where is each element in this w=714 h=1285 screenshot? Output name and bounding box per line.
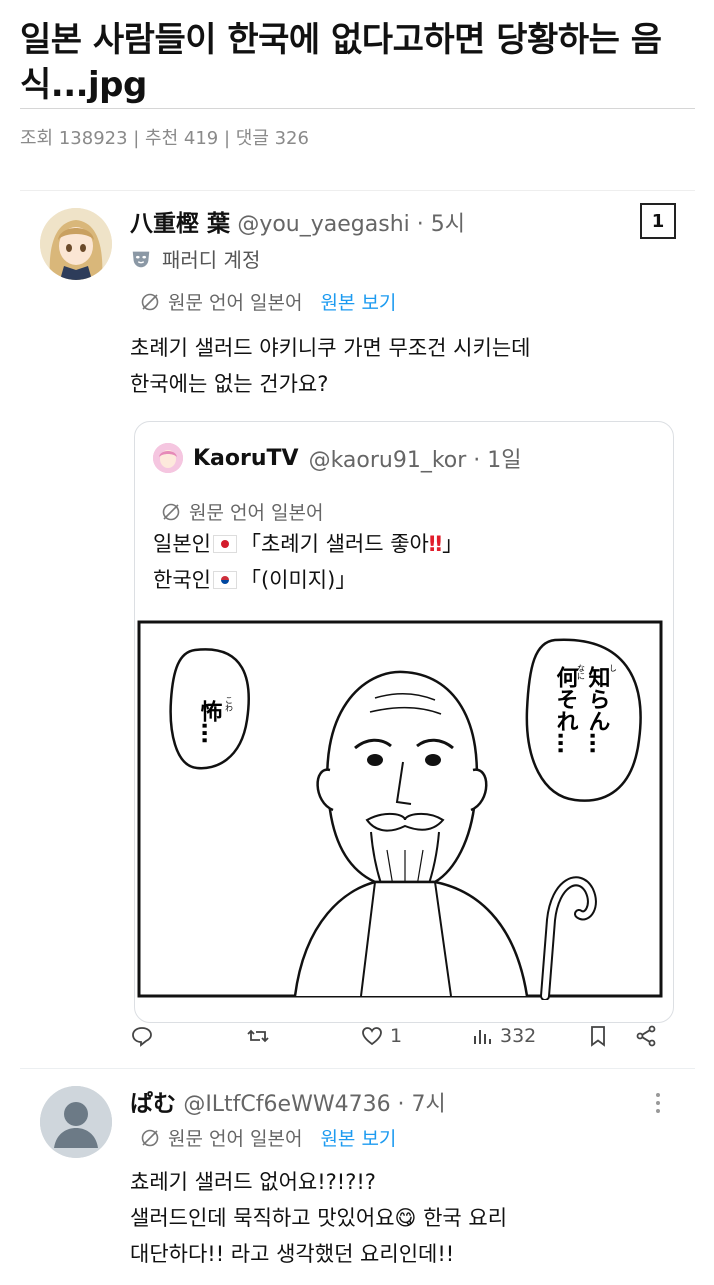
author-name[interactable]: ぱむ bbox=[130, 1091, 176, 1117]
divider bbox=[20, 1068, 695, 1069]
quote-avatar[interactable] bbox=[153, 443, 183, 473]
tweet-text-line: 한국에는 없는 건가요? bbox=[130, 372, 329, 396]
author-handle[interactable]: @ILtfCf6eWW4736 · 7시 bbox=[183, 1092, 445, 1117]
number-badge: 1 bbox=[640, 203, 676, 239]
japan-flag-icon bbox=[212, 535, 237, 553]
korea-flag-icon bbox=[212, 571, 237, 589]
post-title: 일본 사람들이 한국에 없다고하면 당황하는 음식...jpg bbox=[20, 20, 662, 105]
author-name[interactable]: 八重樫 葉 bbox=[130, 211, 230, 237]
parody-text: 패러디 계정 bbox=[162, 248, 261, 272]
translate-icon bbox=[141, 1129, 159, 1146]
heart-icon bbox=[362, 1027, 382, 1046]
avatar[interactable] bbox=[40, 1086, 112, 1158]
source-language: 원문 언어 일본어 bbox=[168, 292, 303, 314]
quoted-tweet-card[interactable]: KaoruTV @kaoru91_kor · 1일 원문 언어 일본어 일본인 「… bbox=[134, 421, 674, 1023]
divider bbox=[20, 108, 695, 109]
like-count: 1 bbox=[390, 1025, 403, 1047]
mask-icon bbox=[132, 251, 150, 267]
retweet-icon bbox=[247, 1029, 269, 1043]
view-original-link[interactable]: 원본 보기 bbox=[320, 1124, 396, 1151]
tweet-action-bar: 1 332 bbox=[130, 1020, 670, 1056]
quote-author-handle[interactable]: @kaoru91_kor · 1일 bbox=[309, 442, 522, 474]
manga-ruby-right-1: し bbox=[609, 664, 618, 672]
tweet-text-line: 샐러드인데 묵직하고 맛있어요😋 한국 요리 bbox=[130, 1206, 508, 1230]
quote-author-name[interactable]: KaoruTV bbox=[193, 446, 299, 471]
post-meta: 조회 138923 | 추천 419 | 댓글 326 bbox=[20, 128, 309, 149]
view-original-link[interactable]: 원본 보기 bbox=[320, 288, 396, 315]
label-japanese: 일본인 bbox=[153, 532, 211, 556]
tweet-text-line: 초례기 샐러드 야키니쿠 가면 무조건 시키는데 bbox=[130, 336, 531, 360]
quote-avatar-image bbox=[153, 443, 183, 473]
parody-label: 패러디 계정 bbox=[130, 244, 260, 273]
tweet-header: 八重樫 葉 @you_yaegashi · 5시 bbox=[130, 204, 465, 238]
manga-text-right-2: 何それ… bbox=[553, 665, 579, 754]
translate-icon bbox=[162, 503, 180, 520]
view-count: 332 bbox=[500, 1025, 537, 1047]
retweet-button[interactable] bbox=[246, 1024, 270, 1048]
manga-text-left: 怖… bbox=[197, 699, 223, 744]
share-button[interactable] bbox=[634, 1024, 658, 1048]
avatar-anime-girl-image bbox=[40, 208, 112, 280]
reply-button[interactable] bbox=[130, 1024, 154, 1048]
quote-line-korean: 한국인 「(이미지)」 bbox=[153, 562, 463, 598]
tweet-text: 쵸레기 샐러드 없어요!?!?!? 샐러드인데 묵직하고 맛있어요😋 한국 요리… bbox=[130, 1164, 507, 1272]
divider bbox=[20, 190, 695, 191]
views-icon bbox=[474, 1030, 491, 1044]
source-language: 원문 언어 일본어 bbox=[168, 1128, 303, 1150]
quote-line-text: 「초례기 샐러드 좋아 bbox=[239, 532, 429, 556]
quote-line-japanese: 일본인 「초례기 샐러드 좋아‼」 bbox=[153, 526, 463, 562]
tweet-text: 초례기 샐러드 야키니쿠 가면 무조건 시키는데 한국에는 없는 건가요? bbox=[130, 330, 530, 402]
avatar[interactable] bbox=[40, 208, 112, 280]
translation-row: 원문 언어 일본어 원본 보기 bbox=[140, 288, 396, 315]
quote-line-text: 「(이미지)」 bbox=[239, 568, 357, 592]
share-icon bbox=[636, 1025, 656, 1047]
double-exclamation-icon: ‼ bbox=[428, 532, 443, 556]
label-korean: 한국인 bbox=[153, 568, 211, 592]
default-avatar-icon bbox=[40, 1086, 112, 1158]
bookmark-icon bbox=[591, 1026, 605, 1047]
quote-translation-row: 원문 언어 일본어 bbox=[161, 498, 323, 525]
translate-icon bbox=[141, 293, 159, 310]
manga-panel-image[interactable]: 怖… こわ 知らん… 何それ… し なに bbox=[135, 620, 665, 1000]
reply-icon bbox=[132, 1027, 152, 1047]
like-button[interactable]: 1 bbox=[360, 1024, 402, 1048]
tweet-text-line: 대단하다!! 라고 생각했던 요리인데!! bbox=[130, 1242, 455, 1266]
manga-ruby-left: こわ bbox=[225, 696, 234, 712]
author-handle[interactable]: @you_yaegashi · 5시 bbox=[237, 212, 465, 237]
tweet-header: ぱむ @ILtfCf6eWW4736 · 7시 bbox=[130, 1084, 446, 1118]
more-options-icon[interactable] bbox=[650, 1090, 666, 1116]
manga-ruby-right-2: なに bbox=[577, 664, 586, 680]
manga-text-right-1: 知らん… bbox=[585, 665, 611, 754]
views-button[interactable]: 332 bbox=[470, 1024, 536, 1048]
quote-text: 일본인 「초례기 샐러드 좋아‼」 한국인 「(이미지)」 bbox=[153, 526, 463, 598]
quote-source-language: 원문 언어 일본어 bbox=[189, 502, 324, 524]
quote-bracket: 」 bbox=[442, 532, 464, 556]
bookmark-button[interactable] bbox=[586, 1024, 610, 1048]
translation-row: 원문 언어 일본어 원본 보기 bbox=[140, 1124, 396, 1151]
tweet-text-line: 쵸레기 샐러드 없어요!?!?!? bbox=[130, 1170, 376, 1194]
quote-header: KaoruTV @kaoru91_kor · 1일 bbox=[153, 442, 522, 474]
